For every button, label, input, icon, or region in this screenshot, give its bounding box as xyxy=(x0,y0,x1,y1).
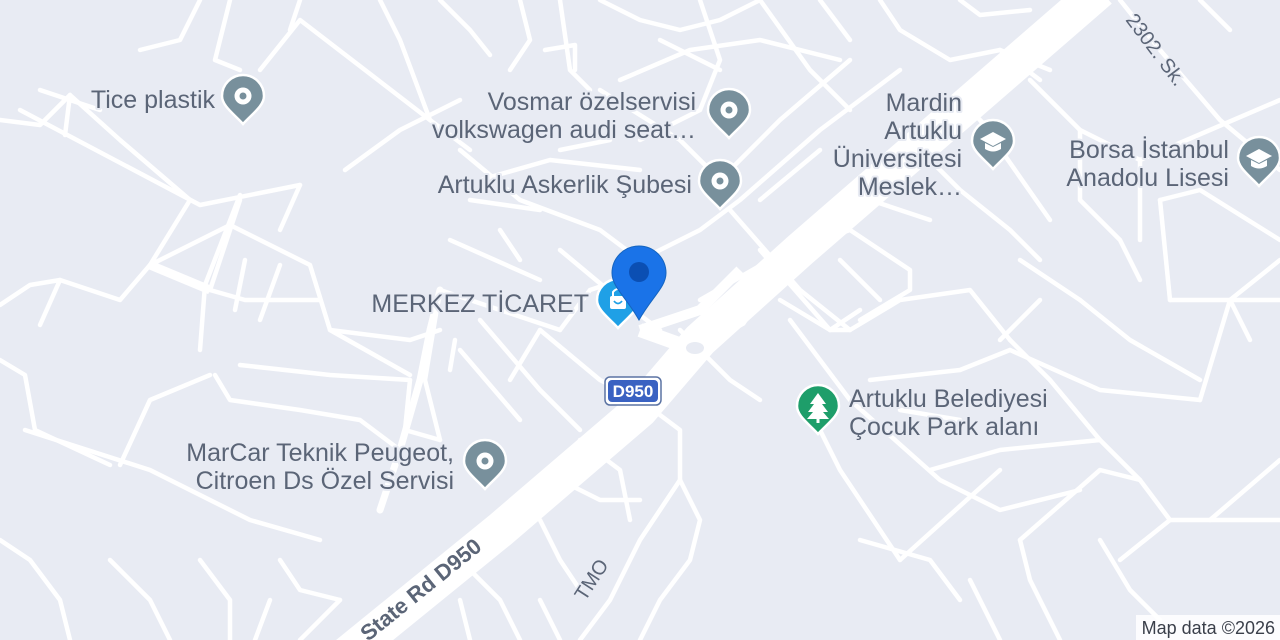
poi-label-line: Borsa İstanbul xyxy=(1069,135,1229,164)
poi-label-line: Mardin xyxy=(886,89,962,117)
map-canvas[interactable]: State Rd D950 D950 2302. Sk. TMO Tice pl… xyxy=(0,0,1280,640)
poi-label-line: Artuklu xyxy=(884,117,962,145)
poi-label-line: volkswagen audi seat… xyxy=(432,116,696,144)
poi-label-line: Artuklu Belediyesi xyxy=(849,385,1048,413)
poi-label-line: Meslek… xyxy=(858,173,962,201)
poi-label-line: Tice plastik xyxy=(91,86,216,114)
marker-dot xyxy=(629,262,649,282)
poi-label-line: Citroen Ds Özel Servisi xyxy=(196,467,454,495)
highway-shield-label: D950 xyxy=(613,382,654,401)
poi-label-line: Artuklu Askerlik Şubesi xyxy=(438,171,692,199)
poi-label-line: Anadolu Lisesi xyxy=(1066,164,1229,192)
poi-label-line: Vosmar özelservisi xyxy=(488,88,696,116)
poi-label-line: MarCar Teknik Peugeot, xyxy=(186,439,454,467)
poi-label-line: Çocuk Park alanı xyxy=(849,413,1039,441)
highway-shield: D950 xyxy=(604,376,662,406)
map-attribution[interactable]: Map data ©2026 xyxy=(1135,615,1280,640)
poi-label-line: Üniversitesi xyxy=(833,145,962,173)
interchange-island xyxy=(686,342,704,354)
poi-label-line: MERKEZ TİCARET xyxy=(371,289,589,318)
